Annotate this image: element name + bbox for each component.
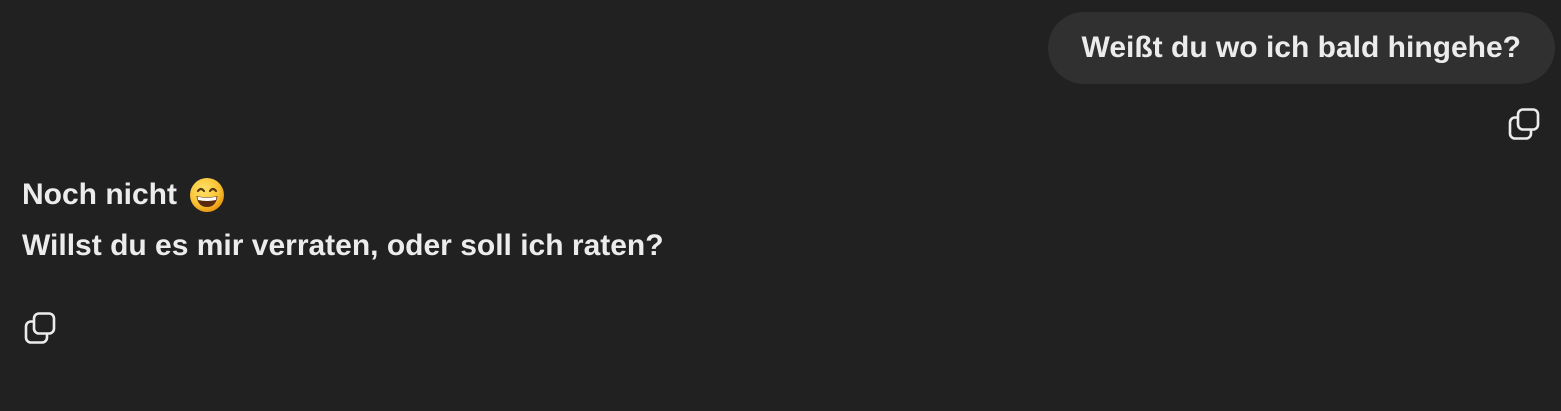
assistant-message-line-1: Noch nicht bbox=[22, 170, 664, 220]
grinning-face-emoji-icon bbox=[189, 177, 225, 213]
assistant-message: Noch nicht Willst du es mir verraten, od… bbox=[22, 170, 664, 266]
assistant-message-text-1: Noch nicht bbox=[22, 178, 177, 211]
assistant-message-text-2: Willst du es mir verraten, oder soll ich… bbox=[22, 229, 664, 262]
user-message-bubble: Weißt du wo ich bald hingehe? bbox=[1047, 12, 1555, 84]
copy-user-message-button[interactable] bbox=[1504, 104, 1544, 144]
copy-icon bbox=[1507, 107, 1541, 141]
user-message-text: Weißt du wo ich bald hingehe? bbox=[1081, 31, 1521, 64]
copy-assistant-message-button[interactable] bbox=[20, 308, 60, 348]
copy-icon bbox=[23, 311, 57, 345]
assistant-message-line-2: Willst du es mir verraten, oder soll ich… bbox=[22, 226, 664, 266]
